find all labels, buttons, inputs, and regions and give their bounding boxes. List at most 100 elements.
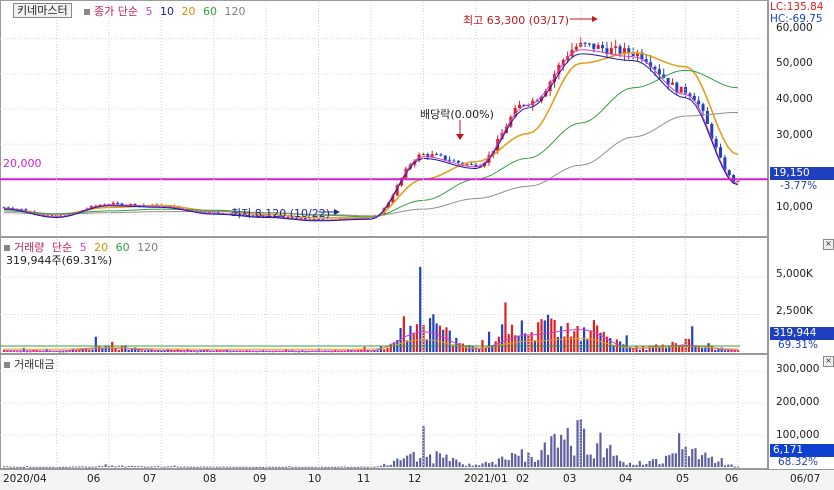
volume-bar bbox=[183, 351, 186, 353]
close-icon[interactable]: × bbox=[823, 356, 834, 367]
amount-bar bbox=[412, 451, 415, 467]
amount-bar bbox=[248, 466, 251, 468]
amount-bar bbox=[576, 420, 579, 467]
candle-body bbox=[714, 138, 718, 148]
amount-bar bbox=[98, 465, 101, 467]
amount-bar bbox=[337, 466, 340, 468]
high-annotation: 최고 63,300 (03/17) bbox=[463, 14, 570, 27]
amount-bar bbox=[674, 453, 677, 467]
amount-bar bbox=[415, 461, 419, 467]
amount-bar bbox=[524, 461, 527, 467]
amount-bar bbox=[35, 466, 38, 468]
vol-tick-2500k: 2,500K bbox=[776, 305, 813, 317]
amount-bar bbox=[484, 461, 487, 467]
lc-label: LC:135.84 bbox=[770, 1, 824, 13]
amount-bar bbox=[81, 466, 84, 468]
amount-bar bbox=[628, 462, 632, 467]
volume-bar bbox=[88, 349, 91, 352]
amount-bar bbox=[343, 466, 346, 468]
amount-bar bbox=[22, 466, 25, 468]
amount-bar bbox=[396, 458, 399, 467]
amount-bar bbox=[704, 452, 707, 467]
price-tick-10000: 10,000 bbox=[776, 201, 813, 213]
amt-tick-300000: 300,000 bbox=[776, 363, 820, 375]
volume-bar bbox=[370, 351, 373, 353]
amount-bar bbox=[517, 455, 520, 467]
legend-square-icon bbox=[84, 8, 90, 15]
amount-bar bbox=[530, 457, 533, 467]
amount-bar bbox=[32, 466, 35, 468]
volume-bar bbox=[157, 350, 160, 352]
amount-bar bbox=[438, 453, 442, 467]
amount-bar bbox=[533, 461, 537, 467]
amount-bar bbox=[497, 458, 500, 467]
date-label: 06 bbox=[725, 473, 739, 485]
amount-bar bbox=[678, 433, 681, 467]
amount-current-pct: 68.32% bbox=[778, 456, 819, 468]
date-label: 11 bbox=[357, 473, 371, 485]
amount-bar bbox=[550, 436, 553, 467]
amount-bar bbox=[242, 466, 245, 468]
amount-bar bbox=[651, 459, 655, 467]
legend-period-20: 20 bbox=[181, 5, 196, 18]
high-arrowhead bbox=[592, 16, 598, 22]
candle-body bbox=[701, 104, 705, 112]
amount-bar bbox=[710, 456, 713, 467]
amount-bar bbox=[461, 464, 464, 467]
amount-bar bbox=[153, 466, 156, 468]
amount-bar bbox=[363, 466, 366, 468]
candle-body bbox=[421, 154, 425, 156]
amount-bar bbox=[52, 466, 55, 468]
stock-name-tag[interactable]: 키네마스터 bbox=[13, 3, 72, 18]
date-label: 08 bbox=[203, 473, 217, 485]
volume-bar bbox=[704, 347, 707, 352]
candle-body bbox=[736, 180, 740, 182]
amount-bar bbox=[622, 462, 625, 467]
amount-bar bbox=[202, 466, 206, 468]
amount-bar bbox=[61, 466, 65, 468]
amount-bar bbox=[252, 466, 255, 468]
amount-bar bbox=[723, 465, 727, 467]
amount-bar bbox=[360, 466, 363, 468]
legend-period-10: 10 bbox=[159, 5, 174, 18]
volume-bar bbox=[537, 322, 540, 352]
volume-bar bbox=[550, 318, 553, 352]
volume-bar bbox=[658, 347, 661, 352]
candle-body bbox=[679, 86, 683, 93]
amount-bar bbox=[340, 466, 343, 468]
amount-bar bbox=[619, 460, 622, 467]
candle-body bbox=[452, 160, 456, 162]
candle-body bbox=[426, 154, 430, 157]
date-label: 2021/01 bbox=[464, 473, 508, 485]
volume-bar bbox=[435, 323, 438, 352]
close-icon[interactable]: × bbox=[823, 239, 834, 250]
volume-bar bbox=[717, 349, 720, 352]
amount-bar bbox=[661, 463, 664, 467]
amount-bar bbox=[147, 466, 150, 468]
amount-bar bbox=[39, 466, 42, 468]
amount-bar bbox=[193, 466, 196, 468]
amount-bar bbox=[301, 466, 304, 468]
candle-body bbox=[518, 104, 522, 109]
amount-bar bbox=[373, 466, 376, 468]
amount-bar bbox=[215, 466, 219, 468]
volume-bar bbox=[409, 325, 412, 352]
volume-bar bbox=[487, 331, 491, 352]
candle-body bbox=[50, 215, 54, 217]
change-pct: -3.77% bbox=[780, 180, 818, 192]
dividend-arrowhead bbox=[456, 134, 464, 140]
volume-bar bbox=[153, 350, 156, 352]
legend-period-5: 5 bbox=[145, 5, 153, 18]
amount-bar bbox=[612, 455, 615, 467]
amount-bar bbox=[664, 455, 668, 467]
amount-bar bbox=[425, 456, 428, 467]
volume-current-pct: 69.31% bbox=[778, 339, 819, 351]
amount-bar bbox=[179, 466, 183, 468]
price-legend: 종가 단순 5 10 20 60 120 bbox=[84, 3, 249, 19]
date-grid bbox=[55, 2, 739, 468]
amount-bar bbox=[304, 466, 307, 468]
amount-bar bbox=[691, 449, 694, 467]
amount-bar bbox=[196, 466, 199, 468]
candle-body bbox=[443, 155, 447, 160]
amount-bar bbox=[481, 463, 484, 467]
